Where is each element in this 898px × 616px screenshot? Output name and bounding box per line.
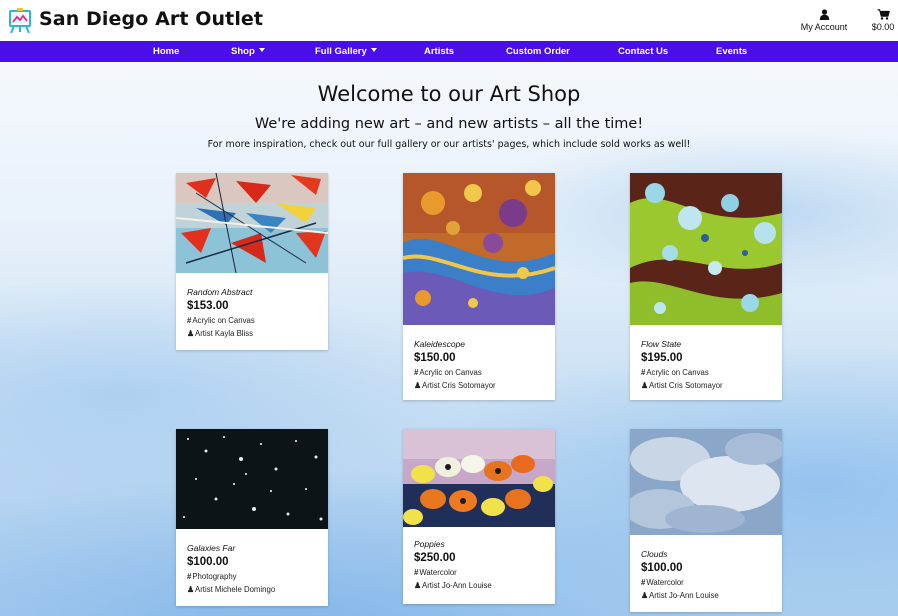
- site-header: San Diego Art Outlet My Account $0.00: [0, 0, 898, 41]
- hash-icon: #: [641, 368, 646, 377]
- product-medium: #Photography: [187, 572, 317, 581]
- hash-icon: #: [414, 568, 419, 577]
- nav-shop[interactable]: Shop: [231, 46, 265, 57]
- product-card[interactable]: Clouds $100.00 #Watercolor ♟Artist Jo-An…: [630, 429, 782, 612]
- product-artist[interactable]: ♟Artist Cris Sotomayor: [641, 381, 771, 390]
- main-nav: Home Shop Full Gallery Artists Custom Or…: [0, 41, 898, 62]
- nav-home-label: Home: [153, 46, 180, 57]
- nav-custom-order-label: Custom Order: [506, 46, 570, 57]
- product-title[interactable]: Random Abstract: [187, 287, 317, 297]
- product-artist[interactable]: ♟Artist Michele Domingo: [187, 585, 317, 594]
- product-card[interactable]: Kaleidescope $150.00 #Acrylic on Canvas …: [403, 173, 555, 400]
- user-icon: [819, 9, 829, 20]
- product-image[interactable]: [176, 429, 328, 529]
- product-artist[interactable]: ♟Artist Jo-Ann Louise: [414, 581, 544, 590]
- hash-icon: #: [414, 368, 419, 377]
- product-artist-text: Artist Jo-Ann Louise: [649, 591, 719, 600]
- site-brand[interactable]: San Diego Art Outlet: [39, 8, 263, 30]
- product-artist[interactable]: ♟Artist Cris Sotomayor: [414, 381, 544, 390]
- chevron-down-icon: [370, 48, 377, 52]
- product-title[interactable]: Clouds: [641, 549, 771, 559]
- product-artist-text: Artist Jo-Ann Louise: [422, 581, 492, 590]
- nav-full-gallery-label: Full Gallery: [315, 46, 367, 57]
- chevron-down-icon: [258, 48, 265, 52]
- hash-icon: #: [187, 316, 192, 325]
- product-card[interactable]: Flow State $195.00 #Acrylic on Canvas ♟A…: [630, 173, 782, 400]
- product-medium: #Watercolor: [414, 568, 544, 577]
- hash-icon: #: [641, 578, 646, 587]
- product-medium-text: Acrylic on Canvas: [646, 368, 709, 377]
- product-image[interactable]: [630, 429, 782, 535]
- product-price: $250.00: [414, 552, 456, 564]
- product-price: $153.00: [187, 300, 229, 312]
- product-medium-text: Watercolor: [646, 578, 684, 587]
- nav-artists[interactable]: Artists: [424, 46, 454, 57]
- product-medium-text: Watercolor: [419, 568, 457, 577]
- product-artist[interactable]: ♟Artist Kayla Bliss: [187, 329, 317, 338]
- product-title[interactable]: Galaxies Far: [187, 543, 317, 553]
- cart-icon: [877, 9, 890, 20]
- product-card[interactable]: Galaxies Far $100.00 #Photography ♟Artis…: [176, 429, 328, 606]
- my-account-link[interactable]: My Account: [796, 9, 852, 32]
- product-medium-text: Photography: [192, 572, 237, 581]
- nav-events-label: Events: [716, 46, 748, 57]
- product-artist-text: Artist Kayla Bliss: [195, 329, 254, 338]
- nav-events[interactable]: Events: [716, 46, 747, 57]
- nav-contact-us[interactable]: Contact Us: [618, 46, 668, 57]
- nav-shop-label: Shop: [231, 46, 255, 57]
- product-image[interactable]: [176, 173, 328, 273]
- product-artist-text: Artist Michele Domingo: [195, 585, 276, 594]
- nav-contact-us-label: Contact Us: [618, 46, 669, 57]
- product-price: $100.00: [187, 556, 229, 568]
- product-price: $150.00: [414, 352, 456, 364]
- product-card[interactable]: Random Abstract $153.00 #Acrylic on Canv…: [176, 173, 328, 350]
- product-medium-text: Acrylic on Canvas: [419, 368, 482, 377]
- hash-icon: #: [187, 572, 192, 581]
- easel-logo-icon[interactable]: [8, 8, 32, 34]
- product-medium: #Acrylic on Canvas: [641, 368, 771, 377]
- product-price: $100.00: [641, 562, 683, 574]
- person-icon: ♟: [414, 581, 421, 590]
- product-title[interactable]: Poppies: [414, 539, 544, 549]
- product-medium: #Acrylic on Canvas: [414, 368, 544, 377]
- nav-home[interactable]: Home: [153, 46, 179, 57]
- person-icon: ♟: [414, 381, 421, 390]
- product-image[interactable]: [403, 429, 555, 527]
- cart-total: $0.00: [871, 22, 895, 32]
- nav-custom-order[interactable]: Custom Order: [506, 46, 570, 57]
- person-icon: ♟: [641, 591, 648, 600]
- page-subtitle: We're adding new art – and new artists –…: [254, 116, 644, 132]
- product-image[interactable]: [630, 173, 782, 325]
- page-title: Welcome to our Art Shop: [317, 82, 581, 106]
- person-icon: ♟: [641, 381, 648, 390]
- product-artist-text: Artist Cris Sotomayor: [649, 381, 723, 390]
- person-icon: ♟: [187, 585, 194, 594]
- product-image[interactable]: [403, 173, 555, 325]
- product-medium: #Acrylic on Canvas: [187, 316, 317, 325]
- product-title[interactable]: Flow State: [641, 339, 771, 349]
- account-label: My Account: [800, 22, 848, 32]
- product-artist-text: Artist Cris Sotomayor: [422, 381, 496, 390]
- nav-full-gallery[interactable]: Full Gallery: [315, 46, 377, 57]
- cart-link[interactable]: $0.00: [866, 9, 898, 32]
- product-medium: #Watercolor: [641, 578, 771, 587]
- product-price: $195.00: [641, 352, 683, 364]
- nav-artists-label: Artists: [424, 46, 455, 57]
- intro-text: For more inspiration, check out our full…: [207, 139, 691, 150]
- product-artist[interactable]: ♟Artist Jo-Ann Louise: [641, 591, 771, 600]
- product-title[interactable]: Kaleidescope: [414, 339, 544, 349]
- person-icon: ♟: [187, 329, 194, 338]
- product-card[interactable]: Poppies $250.00 #Watercolor ♟Artist Jo-A…: [403, 429, 555, 604]
- product-medium-text: Acrylic on Canvas: [192, 316, 255, 325]
